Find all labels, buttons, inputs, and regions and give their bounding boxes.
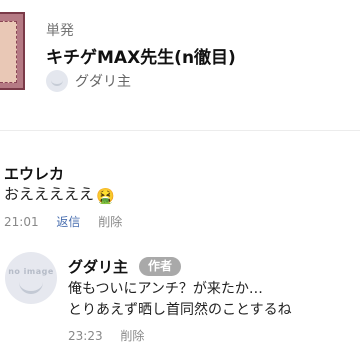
comment-time: 21:01	[4, 215, 39, 229]
comment-username[interactable]: エウレカ	[4, 163, 64, 184]
author-name: グダリ主	[75, 74, 131, 90]
comment-meta: 23:23 削除	[68, 327, 144, 344]
work-thumbnail[interactable]	[0, 12, 25, 90]
avatar[interactable]: no image	[5, 252, 57, 304]
smile-icon	[19, 279, 43, 294]
work-header: 単発 キチゲMAX先生(n徹目) グダリ主	[0, 0, 360, 120]
work-title[interactable]: キチゲMAX先生(n徹目)	[46, 43, 236, 68]
comment-meta: 21:01 返信 削除	[4, 213, 122, 230]
comment-text: おえええええ 🤮	[4, 183, 115, 205]
comment-text-line-2: とりあえず晒し首同然のことするね	[68, 302, 292, 318]
author-link[interactable]: グダリ主	[46, 70, 131, 92]
comment-username[interactable]: グダリ主	[68, 256, 128, 277]
smile-icon	[51, 78, 63, 86]
reply-button[interactable]: 返信	[56, 215, 80, 229]
delete-button[interactable]: 削除	[98, 215, 122, 229]
comment-text-body: おえええええ	[4, 185, 95, 203]
author-badge: 作者	[139, 257, 182, 276]
series-label: 単発	[46, 23, 74, 39]
author-avatar	[46, 70, 68, 92]
delete-button[interactable]: 削除	[120, 329, 144, 343]
comment-time: 23:23	[68, 329, 103, 343]
divider	[0, 130, 360, 131]
vomiting-face-icon: 🤮	[96, 187, 115, 205]
avatar-no-image-text: no image	[8, 267, 54, 276]
thumbnail-pattern	[0, 21, 17, 83]
comment-text-line-1: 俺もついにアンチ？が来たか…	[68, 281, 263, 297]
